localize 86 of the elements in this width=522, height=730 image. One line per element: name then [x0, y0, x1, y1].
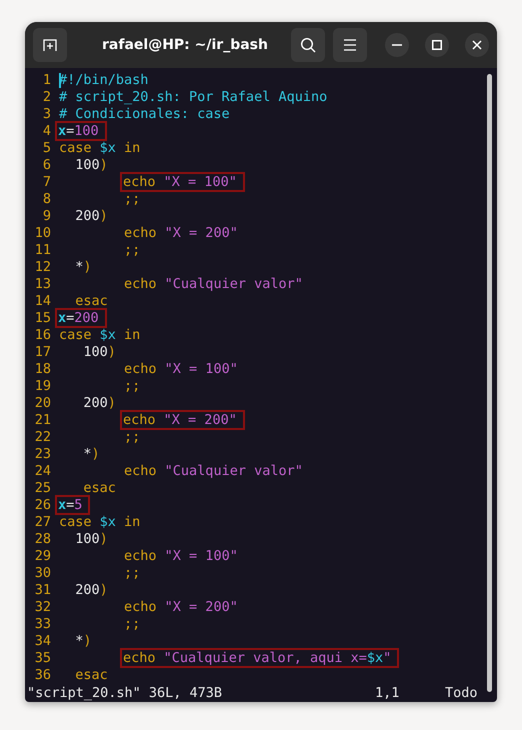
close-button[interactable] — [465, 33, 489, 57]
code-line: 100) — [74, 531, 108, 548]
code-line: ;; — [123, 378, 140, 395]
code-line: # Condicionales: case — [59, 106, 230, 123]
code-line: echo "X = 100" — [59, 174, 243, 191]
file-info: "script_20.sh" 36L, 473B — [27, 685, 224, 702]
line-number: 13 — [34, 276, 52, 293]
code-line: 100) — [74, 157, 108, 174]
code-line: echo "Cualquier valor, aqui x=$x" — [59, 650, 398, 667]
close-icon — [472, 40, 482, 50]
line-number: 22 — [34, 429, 52, 446]
code-line: ;; — [123, 242, 140, 259]
menu-button[interactable] — [333, 28, 367, 62]
code-line: echo "X = 200" — [59, 412, 243, 429]
line-number: 32 — [34, 599, 52, 616]
line-number: 4 — [42, 123, 52, 140]
code-line: echo "X = 200" — [123, 599, 238, 616]
code-line: case $x in — [59, 514, 140, 531]
line-number: 33 — [34, 616, 52, 633]
line-number: 35 — [34, 650, 52, 667]
window-title: rafael@HP: ~/ir_bash — [101, 37, 269, 53]
code-line: echo "Cualquier valor" — [123, 463, 303, 480]
code-line: *) — [74, 259, 92, 276]
line-number: 34 — [34, 633, 52, 650]
line-number: 23 — [34, 446, 52, 463]
line-number: 8 — [42, 191, 52, 208]
line-number: 17 — [34, 344, 52, 361]
code-line: case $x in — [59, 140, 140, 157]
menu-icon — [343, 39, 357, 51]
line-number: 7 — [42, 174, 52, 191]
line-number: 9 — [42, 208, 52, 225]
line-number: 36 — [34, 667, 52, 684]
code-line: #!/bin/bash — [59, 72, 148, 89]
code-line: esac — [74, 667, 108, 684]
code-line: # script_20.sh: Por Rafael Aquino — [59, 89, 328, 106]
line-number: 19 — [34, 378, 52, 395]
line-number: 1 — [42, 72, 52, 89]
line-number: 10 — [34, 225, 52, 242]
code-line: case $x in — [59, 327, 140, 344]
line-number: 28 — [34, 531, 52, 548]
line-number: 16 — [34, 327, 52, 344]
maximize-button[interactable] — [425, 33, 449, 57]
cursor-position: 1,1 — [375, 685, 400, 702]
line-number: 20 — [34, 395, 52, 412]
line-number: 6 — [42, 157, 52, 174]
code-line: 200) — [74, 582, 108, 599]
new-tab-icon — [43, 38, 57, 52]
line-number: 29 — [34, 548, 52, 565]
line-number: 27 — [34, 514, 52, 531]
line-number: 5 — [42, 140, 52, 157]
code-line: echo "X = 100" — [123, 548, 238, 565]
line-number: 21 — [34, 412, 52, 429]
code-line: *) — [82, 446, 100, 463]
code-line: 200) — [82, 395, 116, 412]
code-line: *) — [74, 633, 92, 650]
code-line: ;; — [123, 616, 140, 633]
code-line: echo "Cualquier valor" — [123, 276, 303, 293]
code-line: 200) — [74, 208, 108, 225]
code-line: ;; — [123, 429, 140, 446]
search-icon — [300, 37, 316, 53]
search-button[interactable] — [291, 28, 325, 62]
line-number: 26 — [34, 497, 52, 514]
line-number: 2 — [42, 89, 52, 106]
new-tab-button[interactable] — [33, 28, 67, 62]
line-number: 24 — [34, 463, 52, 480]
line-number: 25 — [34, 480, 52, 497]
minimize-button[interactable] — [385, 33, 409, 57]
line-number: 18 — [34, 361, 52, 378]
line-number: 15 — [34, 310, 52, 327]
code-line: 100) — [82, 344, 116, 361]
code-line: echo "X = 200" — [123, 225, 238, 242]
line-number: 30 — [34, 565, 52, 582]
scroll-position: Todo — [445, 685, 478, 702]
code-line: echo "X = 100" — [123, 361, 238, 378]
maximize-icon — [432, 40, 442, 50]
line-number: 31 — [34, 582, 52, 599]
code-line: ;; — [123, 565, 140, 582]
scrollbar[interactable] — [487, 74, 492, 692]
code-line: esac — [74, 293, 108, 310]
line-number: 12 — [34, 259, 52, 276]
code-line: esac — [82, 480, 116, 497]
line-number: 11 — [34, 242, 52, 259]
line-number: 3 — [42, 106, 52, 123]
minimize-icon — [392, 44, 402, 46]
line-number: 14 — [34, 293, 52, 310]
code-line: ;; — [123, 191, 140, 208]
